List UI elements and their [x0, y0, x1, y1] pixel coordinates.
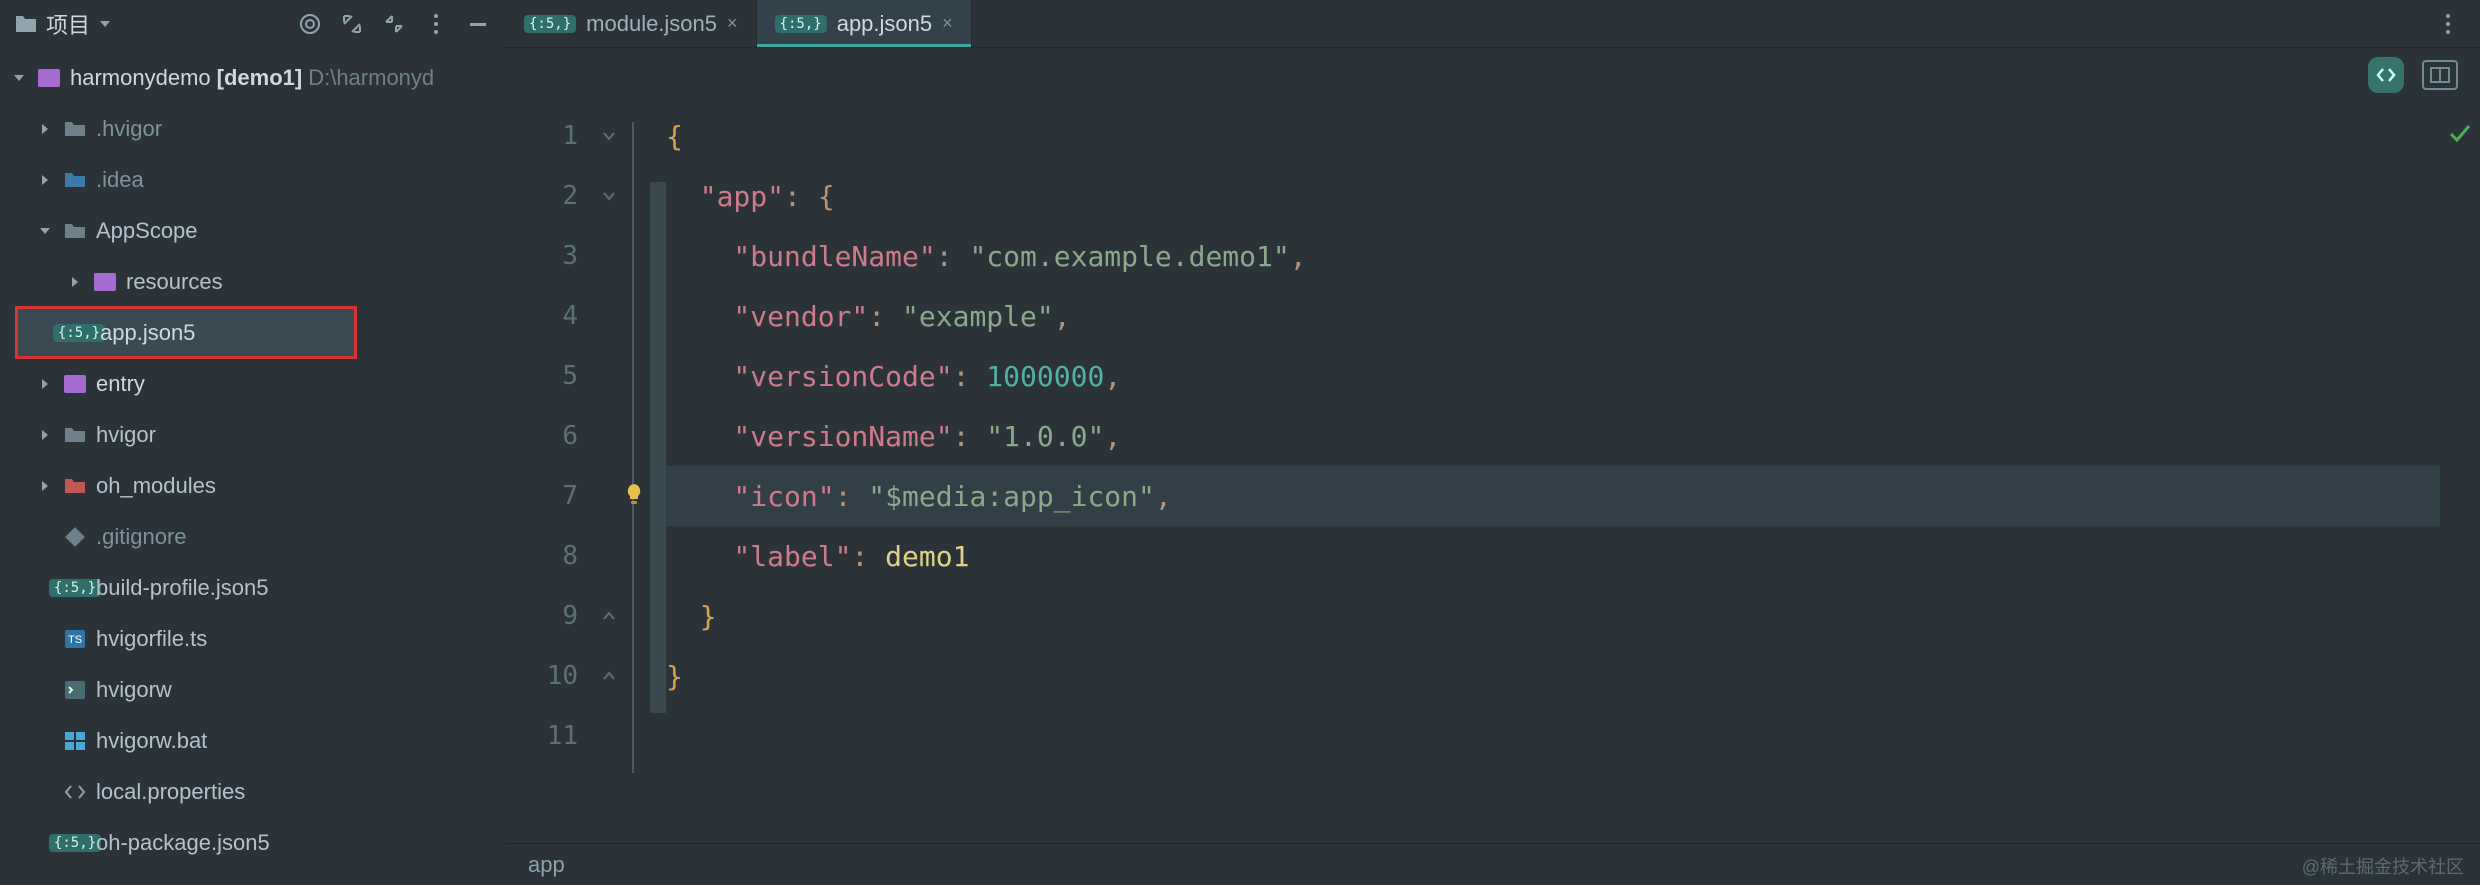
- breadcrumb-bar[interactable]: app @稀土掘金技术社区: [506, 843, 2480, 885]
- chevron-right-icon: [36, 375, 54, 393]
- tree-item-label: build-profile.json5: [96, 575, 268, 601]
- close-icon[interactable]: ×: [727, 13, 738, 34]
- chevron-right-icon: [36, 171, 54, 189]
- chevron-down-icon: [36, 222, 54, 240]
- tree-item-label: hvigor: [96, 422, 156, 448]
- json5-icon: {:5,}: [62, 575, 88, 601]
- tree-item-label: oh_modules: [96, 473, 216, 499]
- tab-app-json5[interactable]: {:5,} app.json5 ×: [757, 0, 972, 47]
- tree-item-label: resources: [126, 269, 223, 295]
- ts-icon: TS: [62, 626, 88, 652]
- tree-item-label: app.json5: [100, 320, 195, 346]
- folder-icon: [62, 422, 88, 448]
- more-icon[interactable]: [422, 10, 450, 38]
- sidebar-header: 项目: [0, 0, 506, 48]
- tree-item-label: hvigorw.bat: [96, 728, 207, 754]
- tree-item-oh-package[interactable]: {:5,} oh-package.json5: [0, 817, 506, 868]
- watermark-text: @稀土掘金技术社区: [2302, 853, 2464, 879]
- tab-label: module.json5: [586, 11, 717, 37]
- tree-item-gitignore[interactable]: .gitignore: [0, 511, 506, 562]
- tree-item-label: AppScope: [96, 218, 198, 244]
- tree-item-label: .idea: [96, 167, 144, 193]
- tree-item-hvigorw[interactable]: hvigorw: [0, 664, 506, 715]
- tree-item-hvigor-dot[interactable]: .hvigor: [0, 103, 506, 154]
- json5-icon: {:5,}: [62, 830, 88, 856]
- project-label: 项目: [46, 8, 90, 40]
- minimize-icon[interactable]: [464, 10, 492, 38]
- tree-item-label: .gitignore: [96, 524, 187, 550]
- tree-item-hvigorw-bat[interactable]: hvigorw.bat: [0, 715, 506, 766]
- module-icon: [62, 371, 88, 397]
- line-number-gutter: 1 2 3 4 5 6 7 8 9 10 11: [506, 102, 596, 843]
- json5-icon: {:5,}: [66, 320, 92, 346]
- inspection-gutter: [2440, 102, 2480, 843]
- tree-item-label: hvigorfile.ts: [96, 626, 207, 652]
- project-sidebar: 项目: [0, 0, 506, 885]
- fold-marker-icon[interactable]: [596, 106, 622, 166]
- tree-root[interactable]: harmonydemo [demo1] D:\harmonyd: [0, 52, 506, 103]
- indent-guides: [622, 102, 666, 843]
- fold-gutter: [596, 102, 622, 843]
- folder-icon: [62, 473, 88, 499]
- tree-item-hvigorfile-ts[interactable]: TS hvigorfile.ts: [0, 613, 506, 664]
- check-icon: [2447, 120, 2473, 152]
- tab-module-json5[interactable]: {:5,} module.json5 ×: [506, 0, 757, 47]
- tree-item-label: local.properties: [96, 779, 245, 805]
- resources-icon: [92, 269, 118, 295]
- fold-marker-icon[interactable]: [596, 166, 622, 226]
- module-icon: [36, 65, 62, 91]
- chevron-right-icon: [66, 273, 84, 291]
- tree-item-label: .hvigor: [96, 116, 162, 142]
- target-icon[interactable]: [296, 10, 324, 38]
- folder-icon: [62, 167, 88, 193]
- split-view-icon[interactable]: [2422, 60, 2458, 90]
- lightbulb-icon[interactable]: [622, 480, 646, 513]
- chevron-right-icon: [36, 477, 54, 495]
- chevron-down-icon: [98, 11, 112, 37]
- tree-root-label: harmonydemo [demo1] D:\harmonyd: [70, 65, 434, 91]
- tree-item-idea[interactable]: .idea: [0, 154, 506, 205]
- tree-item-build-profile[interactable]: {:5,} build-profile.json5: [0, 562, 506, 613]
- tab-label: app.json5: [837, 11, 932, 37]
- json5-icon: {:5,}: [775, 15, 827, 33]
- close-icon[interactable]: ×: [942, 13, 953, 34]
- project-tree: harmonydemo [demo1] D:\harmonyd .hvigor …: [0, 48, 506, 868]
- chevron-right-icon: [36, 426, 54, 444]
- tree-item-label: entry: [96, 371, 145, 397]
- tab-bar: {:5,} module.json5 × {:5,} app.json5 ×: [506, 0, 2480, 48]
- project-selector[interactable]: 项目: [14, 8, 112, 40]
- code-content[interactable]: { "app": { "bundleName": "com.example.de…: [666, 102, 2440, 843]
- tree-item-hvigor[interactable]: hvigor: [0, 409, 506, 460]
- folder-icon: [62, 116, 88, 142]
- editor-area: {:5,} module.json5 × {:5,} app.json5 ×: [506, 0, 2480, 885]
- tree-item-appscope[interactable]: AppScope: [0, 205, 506, 256]
- tree-item-entry[interactable]: entry: [0, 358, 506, 409]
- json5-icon: {:5,}: [524, 15, 576, 33]
- folder-icon: [14, 14, 38, 34]
- expand-icon[interactable]: [338, 10, 366, 38]
- fold-end-icon[interactable]: [596, 586, 622, 646]
- collapse-icon[interactable]: [380, 10, 408, 38]
- tree-item-resources[interactable]: resources: [0, 256, 506, 307]
- folder-icon: [62, 218, 88, 244]
- git-icon: [62, 524, 88, 550]
- terminal-icon: [62, 677, 88, 703]
- tree-item-label: hvigorw: [96, 677, 172, 703]
- tree-item-local-properties[interactable]: local.properties: [0, 766, 506, 817]
- chevron-down-icon: [10, 69, 28, 87]
- tree-item-label: oh-package.json5: [96, 830, 270, 856]
- chevron-right-icon: [36, 120, 54, 138]
- tree-item-app-json5[interactable]: {:5,} app.json5: [16, 307, 356, 358]
- code-icon: [62, 779, 88, 805]
- editor-sub-toolbar: [506, 48, 2480, 102]
- windows-icon: [62, 728, 88, 754]
- code-view-icon[interactable]: [2368, 57, 2404, 93]
- svg-text:TS: TS: [68, 634, 82, 646]
- fold-end-icon[interactable]: [596, 646, 622, 706]
- breadcrumb-item[interactable]: app: [528, 852, 565, 878]
- tree-item-oh-modules[interactable]: oh_modules: [0, 460, 506, 511]
- editor-body[interactable]: 1 2 3 4 5 6 7 8 9 10 11: [506, 102, 2480, 843]
- more-icon[interactable]: [2434, 10, 2462, 38]
